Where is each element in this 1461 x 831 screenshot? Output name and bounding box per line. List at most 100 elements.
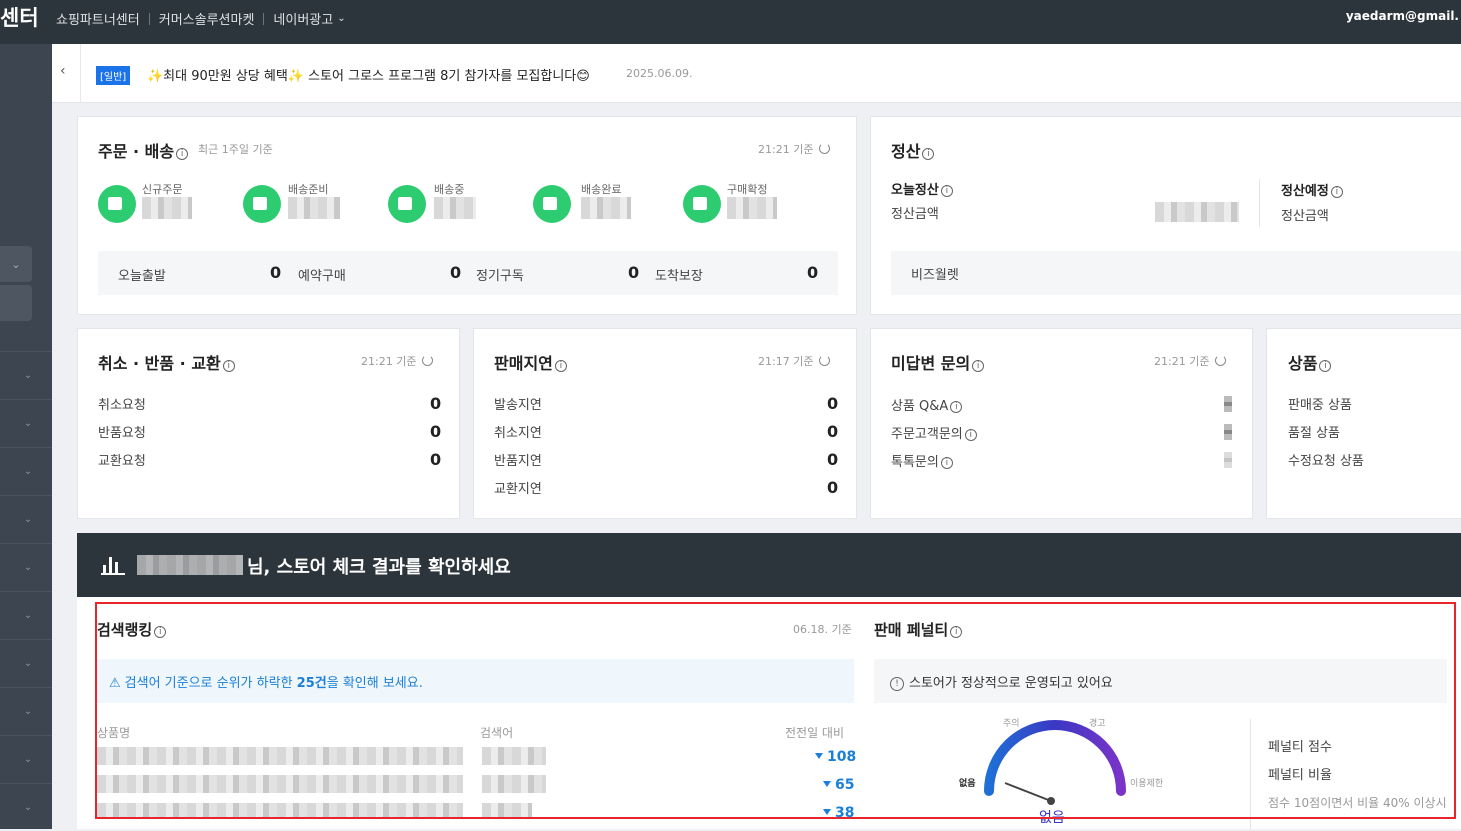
penalty-title: 판매 페널티 i bbox=[874, 619, 963, 640]
delay-row-value[interactable]: 0 bbox=[827, 422, 838, 441]
cancel-row-value[interactable]: 0 bbox=[430, 422, 441, 441]
col-change: 전전일 대비 bbox=[785, 726, 845, 740]
summary-value[interactable]: 0 bbox=[450, 263, 461, 282]
brand-title: 센터 bbox=[0, 6, 39, 30]
chevron-left-icon[interactable]: ‹ bbox=[60, 63, 66, 79]
chevron-down-icon[interactable]: ⌄ bbox=[337, 13, 345, 24]
sidebar-item[interactable]: ⌄ bbox=[0, 639, 52, 687]
product-row-label[interactable]: 판매중 상품 bbox=[1288, 394, 1352, 413]
info-icon[interactable]: i bbox=[972, 360, 985, 372]
delay-title: 판매지연 i bbox=[494, 350, 567, 374]
top-nav: 쇼핑파트너센터 커머스솔루션마켓 네이버광고 ⌄ bbox=[56, 9, 346, 28]
order-status-icon[interactable] bbox=[243, 185, 281, 223]
sidebar-search[interactable] bbox=[0, 285, 32, 321]
sidebar-item[interactable]: ⌄ bbox=[0, 543, 52, 591]
cancel-row-value[interactable]: 0 bbox=[430, 450, 441, 469]
sidebar-item[interactable]: ⌄ bbox=[0, 687, 52, 735]
sidebar-item[interactable]: ⌄ bbox=[0, 351, 52, 399]
nav-naver-ads[interactable]: 네이버광고 bbox=[273, 9, 333, 28]
delay-row-label: 반품지연 bbox=[494, 454, 542, 469]
inquiry-time: 21:21 기준 bbox=[1154, 353, 1227, 369]
notice-bar: ‹ [일반] ✨최대 90만원 상당 혜택✨ 스토어 그로스 프로그램 8기 참… bbox=[52, 44, 1461, 103]
info-icon[interactable]: i bbox=[554, 360, 567, 372]
blurred-value bbox=[1224, 396, 1232, 412]
user-email[interactable]: yaedarm@gmail. bbox=[1346, 9, 1459, 23]
rank-change: 108 bbox=[815, 749, 856, 765]
divider bbox=[80, 44, 81, 103]
order-status-icon[interactable] bbox=[533, 185, 571, 223]
gauge-pivot bbox=[1047, 797, 1055, 805]
wallet-box[interactable]: 비즈월렛 bbox=[891, 251, 1461, 295]
refresh-icon[interactable] bbox=[819, 355, 831, 366]
info-icon[interactable]: i bbox=[222, 360, 235, 372]
info-icon[interactable]: i bbox=[176, 148, 189, 160]
gauge-label: 경고 bbox=[1089, 719, 1106, 729]
sidebar-item[interactable]: ⌄ bbox=[0, 447, 52, 495]
refresh-icon[interactable] bbox=[422, 355, 434, 366]
summary-value[interactable]: 0 bbox=[270, 263, 281, 282]
inquiry-title: 미답변 문의 i bbox=[891, 350, 985, 374]
info-icon[interactable]: i bbox=[964, 429, 977, 441]
delay-row-value[interactable]: 0 bbox=[827, 450, 838, 469]
notice-message[interactable]: ✨최대 90만원 상당 혜택✨ 스토어 그로스 프로그램 8기 참가자를 모집합… bbox=[147, 65, 590, 84]
nav-shopping-partner[interactable]: 쇼핑파트너센터 bbox=[56, 9, 140, 28]
order-status-icon[interactable] bbox=[683, 185, 721, 223]
summary-value[interactable]: 0 bbox=[628, 263, 639, 282]
info-icon[interactable]: i bbox=[154, 626, 167, 638]
delay-row-label: 발송지연 bbox=[494, 398, 542, 413]
order-status-icon[interactable] bbox=[98, 185, 136, 223]
notice-tag: [일반] bbox=[96, 66, 131, 85]
product-row-label[interactable]: 품절 상품 bbox=[1288, 422, 1340, 441]
banner-text: 님, 스토어 체크 결과를 확인하세요 bbox=[247, 557, 511, 578]
sidebar-item[interactable]: ⌄ bbox=[0, 735, 52, 783]
cancel-row-value[interactable]: 0 bbox=[430, 394, 441, 413]
refresh-icon[interactable] bbox=[1215, 355, 1227, 366]
cancel-row-label: 교환요청 bbox=[98, 454, 146, 469]
info-icon: ! bbox=[890, 677, 904, 691]
sidebar-item[interactable]: ⌄ bbox=[0, 783, 52, 831]
info-icon[interactable]: i bbox=[1330, 186, 1343, 198]
sidebar-item[interactable]: ⌄ bbox=[0, 591, 52, 639]
store-check-section: 검색랭킹 i 06.18. 기준 ⚠ 검색어 기준으로 순위가 하락한 25건을 확… bbox=[77, 597, 1461, 829]
blurred-value bbox=[727, 197, 777, 219]
warning-icon: ⚠ bbox=[109, 676, 121, 691]
blurred-keyword bbox=[482, 803, 532, 817]
info-icon[interactable]: i bbox=[922, 148, 935, 160]
cancel-row-label: 반품요청 bbox=[98, 426, 146, 441]
blurred-value bbox=[288, 197, 340, 219]
chevron-down-icon: ⌄ bbox=[23, 754, 33, 765]
blurred-user-name bbox=[137, 555, 243, 575]
sidebar-item[interactable]: ⌄ bbox=[0, 495, 52, 543]
order-status-icon[interactable] bbox=[388, 185, 426, 223]
refresh-icon[interactable] bbox=[819, 143, 831, 154]
info-icon[interactable]: i bbox=[950, 626, 963, 638]
summary-label: 오늘출발 bbox=[118, 269, 166, 284]
summary-value[interactable]: 0 bbox=[807, 263, 818, 282]
info-icon[interactable]: i bbox=[940, 457, 953, 469]
order-status-label: 구매확정 bbox=[727, 183, 768, 196]
orders-card: 주문 · 배송 i 최근 1주일 기준 21:21 기준 신규주문 배송준비 배송… bbox=[77, 116, 857, 315]
blurred-value bbox=[1224, 424, 1232, 440]
ranking-alert-text: ⚠ 검색어 기준으로 순위가 하락한 25건을 확인해 보세요. bbox=[109, 676, 423, 691]
delay-row-label: 교환지연 bbox=[494, 482, 542, 497]
orders-subtitle: 최근 1주일 기준 bbox=[198, 143, 273, 156]
gauge-label: 이용제한 bbox=[1130, 779, 1164, 789]
ranking-alert[interactable]: ⚠ 검색어 기준으로 순위가 하락한 25건을 확인해 보세요. bbox=[97, 659, 854, 703]
sidebar-select[interactable]: ⌄ bbox=[0, 246, 32, 282]
settlement-card: 정산 i 오늘정산 i 정산금액 정산예정 i 정산금액 비즈월렛 bbox=[870, 116, 1461, 315]
scheduled-settlement-label: 정산예정 i bbox=[1281, 180, 1343, 199]
gauge-value: 없음 bbox=[1039, 810, 1065, 826]
info-icon[interactable]: i bbox=[1319, 360, 1332, 372]
info-icon[interactable]: i bbox=[950, 401, 963, 413]
nav-commerce-market[interactable]: 커머스솔루션마켓 bbox=[159, 9, 255, 28]
rank-change: 65 bbox=[823, 777, 854, 793]
col-keyword: 검색어 bbox=[480, 726, 514, 740]
info-icon[interactable]: i bbox=[940, 185, 953, 197]
products-title: 상품 i bbox=[1288, 350, 1332, 374]
delay-row-value[interactable]: 0 bbox=[827, 394, 838, 413]
delay-row-value[interactable]: 0 bbox=[827, 478, 838, 497]
blurred-value bbox=[434, 197, 476, 219]
product-row-label[interactable]: 수정요청 상품 bbox=[1288, 450, 1364, 469]
chevron-down-icon: ⌄ bbox=[23, 802, 33, 813]
sidebar-item[interactable]: ⌄ bbox=[0, 399, 52, 447]
